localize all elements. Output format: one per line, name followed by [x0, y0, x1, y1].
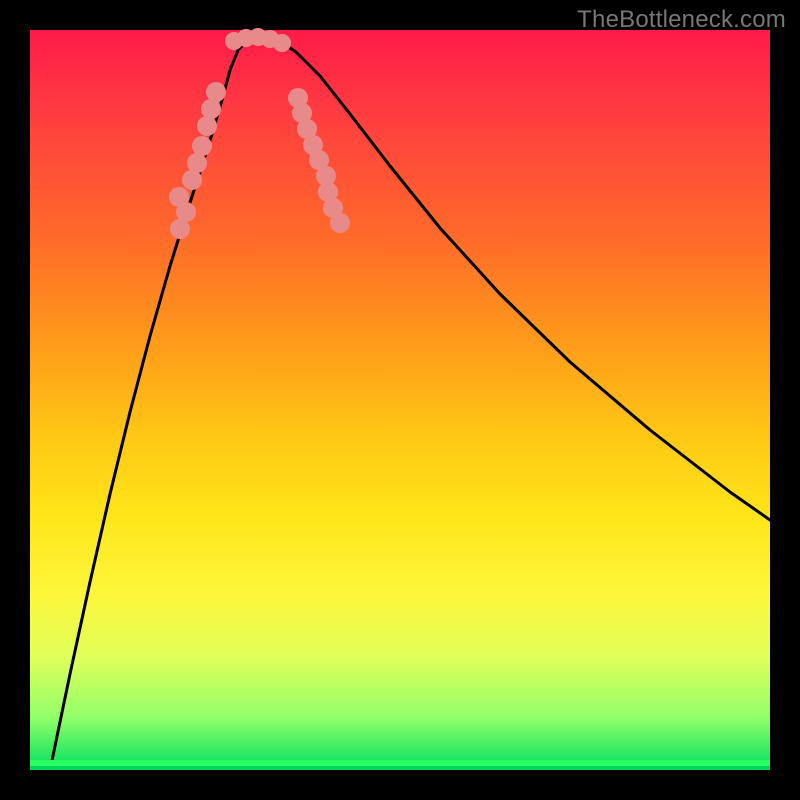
left-limb-dots [192, 136, 212, 156]
right-limb-dots [330, 213, 350, 233]
left-limb-dots [182, 170, 202, 190]
left-limb-dots [169, 187, 189, 207]
chart-frame: TheBottleneck.com [0, 0, 800, 800]
left-limb-dots [197, 116, 217, 136]
watermark-text: TheBottleneck.com [577, 6, 786, 34]
left-limb-dots [201, 99, 221, 119]
curve-layer [30, 30, 770, 770]
plot-area [30, 30, 770, 770]
left-limb-dots [170, 219, 190, 239]
left-limb-dots [187, 153, 207, 173]
bottleneck-curve [50, 36, 770, 770]
left-limb-dots [206, 82, 226, 102]
trough-dots [273, 34, 291, 52]
